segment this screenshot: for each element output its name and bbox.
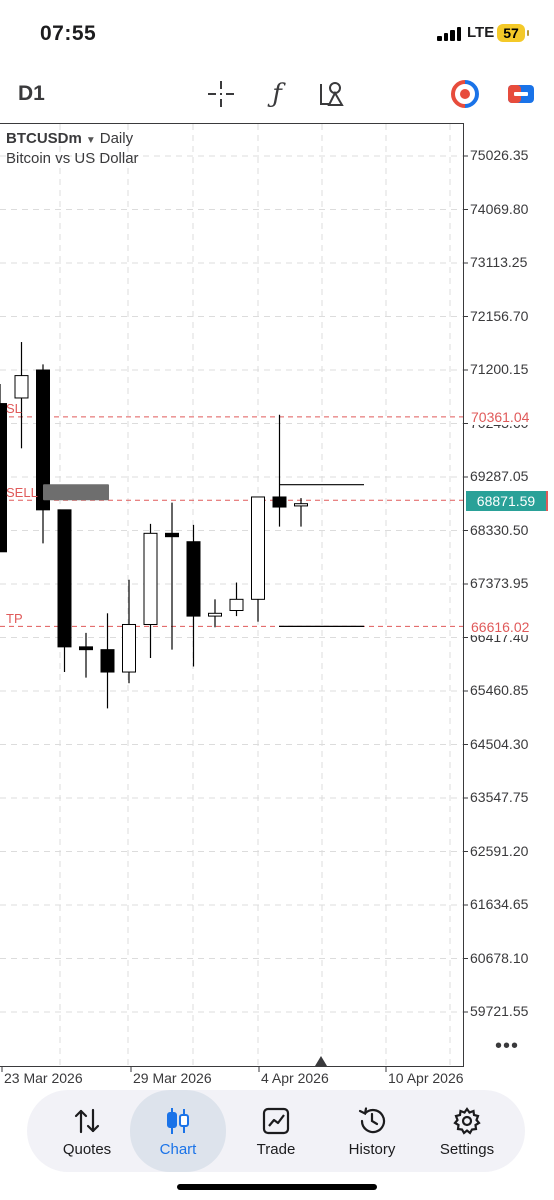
tab-chart[interactable]: Chart: [130, 1090, 226, 1172]
sell-label: SELL: [6, 485, 38, 500]
candle-bullish: [208, 612, 222, 617]
price-tick-label: 62591.20: [470, 842, 529, 859]
symbol-name: BTCUSDm: [6, 130, 82, 147]
more-options-icon[interactable]: •••: [495, 1035, 519, 1058]
quotes-icon: [74, 1108, 100, 1134]
candle-bearish: [0, 403, 7, 553]
symbol-header[interactable]: BTCUSDm ▼ Daily: [6, 130, 133, 147]
tab-trade[interactable]: Trade: [228, 1090, 324, 1172]
candle-bearish: [165, 532, 179, 538]
trade-chart-icon: [262, 1107, 290, 1135]
candle-bearish: [100, 649, 115, 673]
price-tick-label: 68330.50: [470, 521, 529, 538]
time-tick-label: 4 Apr 2026: [261, 1070, 329, 1086]
price-tick-label: 72156.70: [470, 307, 529, 324]
chart-period: Daily: [99, 130, 134, 147]
price-tick-label: 60678.10: [470, 949, 529, 966]
price-tick-label: 65460.85: [470, 682, 529, 698]
price-tick-label: 69287.05: [470, 468, 529, 484]
history-clock-icon: [358, 1107, 386, 1134]
candle-bearish: [79, 646, 93, 651]
tp-price-tag: 66616.02: [470, 619, 531, 635]
candle-bullish: [229, 598, 244, 612]
price-tick-label: 75026.35: [470, 147, 529, 163]
sell-price-tag: 68871.59: [466, 491, 548, 511]
candle-bearish: [272, 496, 287, 508]
tab-quotes[interactable]: Quotes: [39, 1090, 135, 1172]
price-tick-label: 67373.95: [470, 575, 529, 591]
gear-icon: [453, 1107, 481, 1135]
time-tick-label: 23 Mar 2026: [4, 1070, 83, 1086]
price-tick-label: 73113.25: [470, 254, 528, 270]
price-tick-label: 64504.30: [470, 735, 529, 752]
tab-settings[interactable]: Settings: [419, 1090, 515, 1172]
tab-label: History: [348, 1141, 396, 1158]
candle-bearish: [57, 509, 72, 648]
price-tick-label: 74069.80: [470, 200, 529, 217]
sl-label: SL: [6, 401, 22, 416]
candle-bullish: [143, 532, 158, 625]
candle-bullish: [14, 375, 29, 399]
candle-bullish: [294, 503, 308, 507]
sl-price-tag: 70361.04: [470, 409, 531, 425]
candle-bullish: [251, 496, 265, 600]
price-tick-label: 71200.15: [470, 361, 529, 377]
tab-label: Chart: [159, 1141, 197, 1158]
chart-candles-icon: [167, 1108, 189, 1134]
tab-history[interactable]: History: [324, 1090, 420, 1172]
symbol-description: Bitcoin vs US Dollar: [6, 150, 139, 167]
sell-order-marker: [43, 484, 109, 501]
time-tick-label: 10 Apr 2026: [388, 1070, 464, 1086]
caret-down-icon: ▼: [85, 135, 96, 146]
tp-label: TP: [6, 611, 23, 626]
bottom-tab-bar: Quotes Chart Trade History Settings: [27, 1090, 525, 1172]
tab-label: Trade: [256, 1141, 296, 1158]
tab-label: Settings: [439, 1141, 495, 1158]
price-tick-label: 61634.65: [470, 896, 529, 912]
candle-bearish: [186, 541, 201, 617]
price-tick-label: 59721.55: [470, 1003, 529, 1019]
price-tick-label: 63547.75: [470, 789, 529, 805]
home-indicator: [177, 1184, 377, 1190]
current-time-marker: [315, 1056, 327, 1066]
time-tick-label: 29 Mar 2026: [133, 1070, 212, 1086]
tab-label: Quotes: [62, 1141, 112, 1158]
candle-bullish: [122, 623, 136, 673]
